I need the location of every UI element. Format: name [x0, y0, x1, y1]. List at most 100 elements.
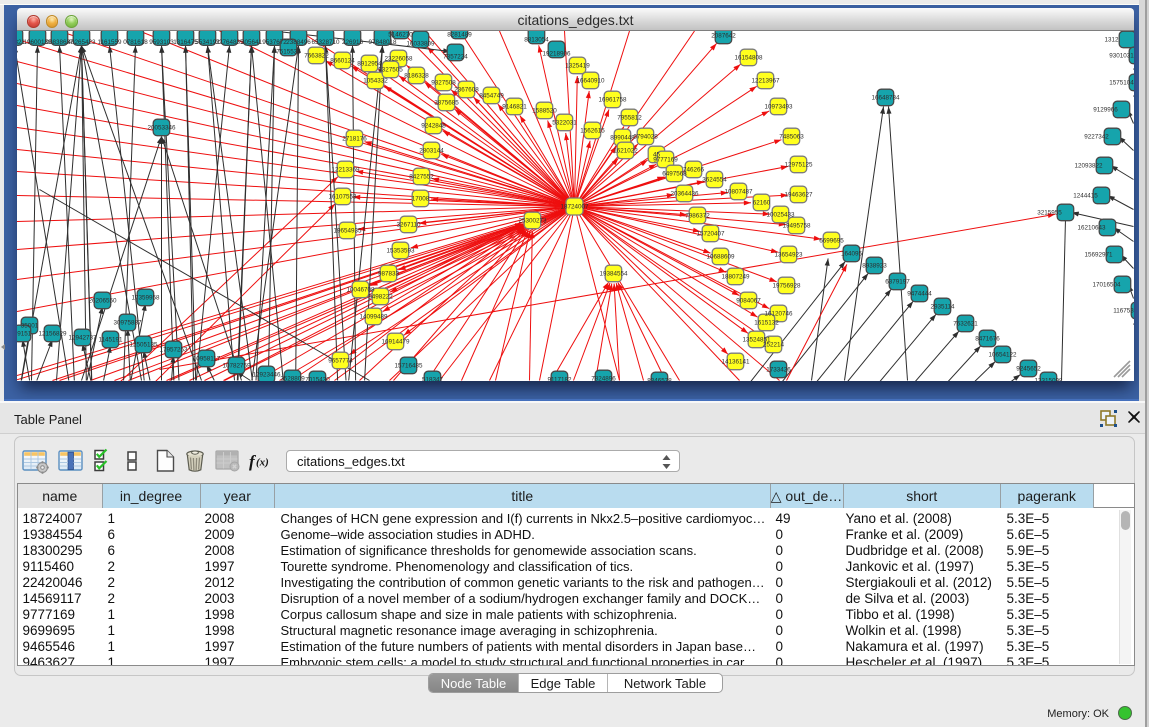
svg-text:9084067: 9084067: [736, 298, 761, 305]
svg-text:3267110: 3267110: [396, 222, 421, 229]
svg-text:9777169: 9777169: [653, 157, 678, 164]
svg-text:9327508: 9327508: [431, 80, 456, 87]
svg-text:9129966: 9129966: [1093, 107, 1118, 114]
svg-text:9474444: 9474444: [907, 291, 932, 298]
svg-text:7632621: 7632621: [953, 321, 978, 328]
svg-text:32764835: 32764835: [215, 39, 244, 46]
svg-text:62160: 62160: [753, 200, 771, 207]
svg-text:10654122: 10654122: [988, 352, 1017, 359]
svg-text:2935114: 2935114: [930, 304, 955, 311]
svg-text:1575104: 1575104: [1109, 80, 1134, 87]
svg-text:16210643: 16210643: [1077, 225, 1106, 232]
svg-text:9146821: 9146821: [502, 104, 527, 111]
svg-text:9301031: 9301031: [1109, 53, 1134, 60]
svg-text:5498222: 5498222: [368, 294, 393, 301]
svg-text:8660124: 8660124: [330, 58, 355, 65]
svg-text:10973493: 10973493: [764, 104, 793, 111]
svg-text:12156829: 12156829: [38, 331, 67, 338]
svg-text:15353593: 15353593: [386, 248, 415, 255]
svg-text:7663822: 7663822: [304, 53, 329, 60]
svg-text:18807249: 18807249: [721, 274, 750, 281]
svg-text:12213967: 12213967: [751, 78, 780, 85]
svg-text:305641: 305641: [241, 39, 263, 46]
svg-text:16120746: 16120746: [764, 311, 793, 318]
svg-text:2087642: 2087642: [711, 33, 736, 40]
svg-text:6497568: 6497568: [662, 171, 687, 178]
svg-text:9227342: 9227342: [1084, 134, 1109, 141]
svg-text:18724007: 18724007: [560, 204, 589, 211]
svg-text:8938923: 8938923: [862, 263, 887, 270]
svg-text:1244415: 1244415: [1073, 193, 1098, 200]
svg-text:65328710: 65328710: [311, 39, 340, 46]
svg-text:14099489: 14099489: [359, 314, 388, 321]
svg-text:9117182: 9117182: [547, 377, 572, 382]
svg-text:6794028: 6794028: [633, 134, 658, 141]
svg-text:17359958: 17359958: [131, 295, 160, 302]
svg-text:8813054: 8813054: [524, 37, 549, 44]
svg-text:19756928: 19756928: [772, 283, 801, 290]
svg-text:987833: 987833: [378, 271, 400, 278]
svg-text:10958117: 10958117: [193, 356, 221, 363]
svg-text:97848018: 97848018: [368, 39, 397, 46]
svg-text:17016504: 17016504: [1092, 282, 1121, 289]
svg-text:19463627: 19463627: [784, 192, 813, 199]
svg-text:12942737: 12942737: [68, 335, 97, 342]
svg-text:7015430: 7015430: [305, 377, 330, 382]
svg-text:16961758: 16961758: [598, 97, 627, 104]
svg-text:10807487: 10807487: [724, 189, 753, 196]
svg-text:9327505: 9327505: [378, 67, 403, 74]
svg-text:6379197: 6379197: [885, 279, 910, 286]
svg-text:8281489: 8281489: [447, 32, 472, 39]
svg-text:7357224: 7357224: [443, 54, 468, 61]
svg-text:19218906: 19218906: [542, 51, 571, 58]
svg-text:8186328: 8186328: [404, 73, 429, 80]
svg-text:164095: 164095: [841, 251, 863, 258]
svg-text:16154808: 16154808: [734, 55, 763, 62]
svg-text:2718176: 2718176: [342, 136, 367, 143]
svg-text:12923446: 12923446: [252, 372, 281, 379]
svg-text:15716485: 15716485: [394, 363, 423, 370]
svg-text:25300273: 25300273: [518, 218, 547, 225]
svg-text:16640910: 16640910: [576, 78, 605, 85]
svg-text:8454749: 8454749: [479, 93, 504, 100]
svg-text:9537672: 9537672: [262, 39, 287, 46]
svg-text:3875685: 3875685: [434, 100, 459, 107]
svg-text:6699695: 6699695: [819, 238, 844, 245]
svg-text:7485063: 7485063: [779, 134, 804, 141]
svg-text:8990448: 8990448: [610, 135, 635, 142]
svg-text:(x): (x): [256, 457, 269, 469]
svg-text:13315098: 13315098: [1034, 378, 1063, 382]
svg-text:1615132: 1615132: [754, 320, 779, 327]
svg-text:19384554: 19384554: [599, 271, 628, 278]
svg-text:26206550: 26206550: [88, 298, 117, 305]
svg-text:10046708: 10046708: [346, 287, 375, 294]
svg-text:1054332: 1054332: [363, 78, 388, 85]
svg-text:7824896: 7824896: [591, 376, 616, 382]
svg-text:7515536: 7515536: [276, 49, 301, 56]
svg-text:20364436: 20364436: [670, 191, 699, 198]
svg-text:3215955: 3215955: [1037, 210, 1062, 217]
svg-text:10688609: 10688609: [706, 254, 735, 261]
svg-text:16033809: 16033809: [406, 41, 435, 48]
svg-text:19495758: 19495758: [782, 223, 811, 230]
svg-text:1161559: 1161559: [97, 39, 122, 46]
svg-text:10025433: 10025433: [766, 212, 795, 219]
svg-text:35001: 35001: [21, 323, 39, 330]
svg-text:14136141: 14136141: [721, 359, 750, 366]
svg-text:1588520: 1588520: [532, 108, 557, 115]
svg-text:8427552: 8427552: [409, 174, 434, 181]
svg-text:9657774: 9657774: [328, 358, 353, 365]
svg-text:226916: 226916: [342, 39, 364, 46]
svg-text:15720407: 15720407: [696, 231, 725, 238]
svg-text:7955812: 7955812: [617, 115, 642, 122]
svg-text:2388496: 2388496: [286, 39, 311, 46]
svg-text:116753: 116753: [1113, 308, 1134, 315]
svg-text:16648784: 16648784: [871, 95, 900, 102]
svg-text:2367608: 2367608: [454, 87, 479, 94]
svg-text:16914479: 16914479: [381, 339, 410, 346]
svg-text:9242848: 9242848: [421, 123, 446, 130]
svg-text:5146270: 5146270: [388, 32, 413, 39]
svg-text:7986372: 7986372: [685, 213, 710, 220]
svg-text:20053346: 20053346: [147, 125, 176, 132]
svg-text:19654935: 19654935: [333, 228, 362, 235]
